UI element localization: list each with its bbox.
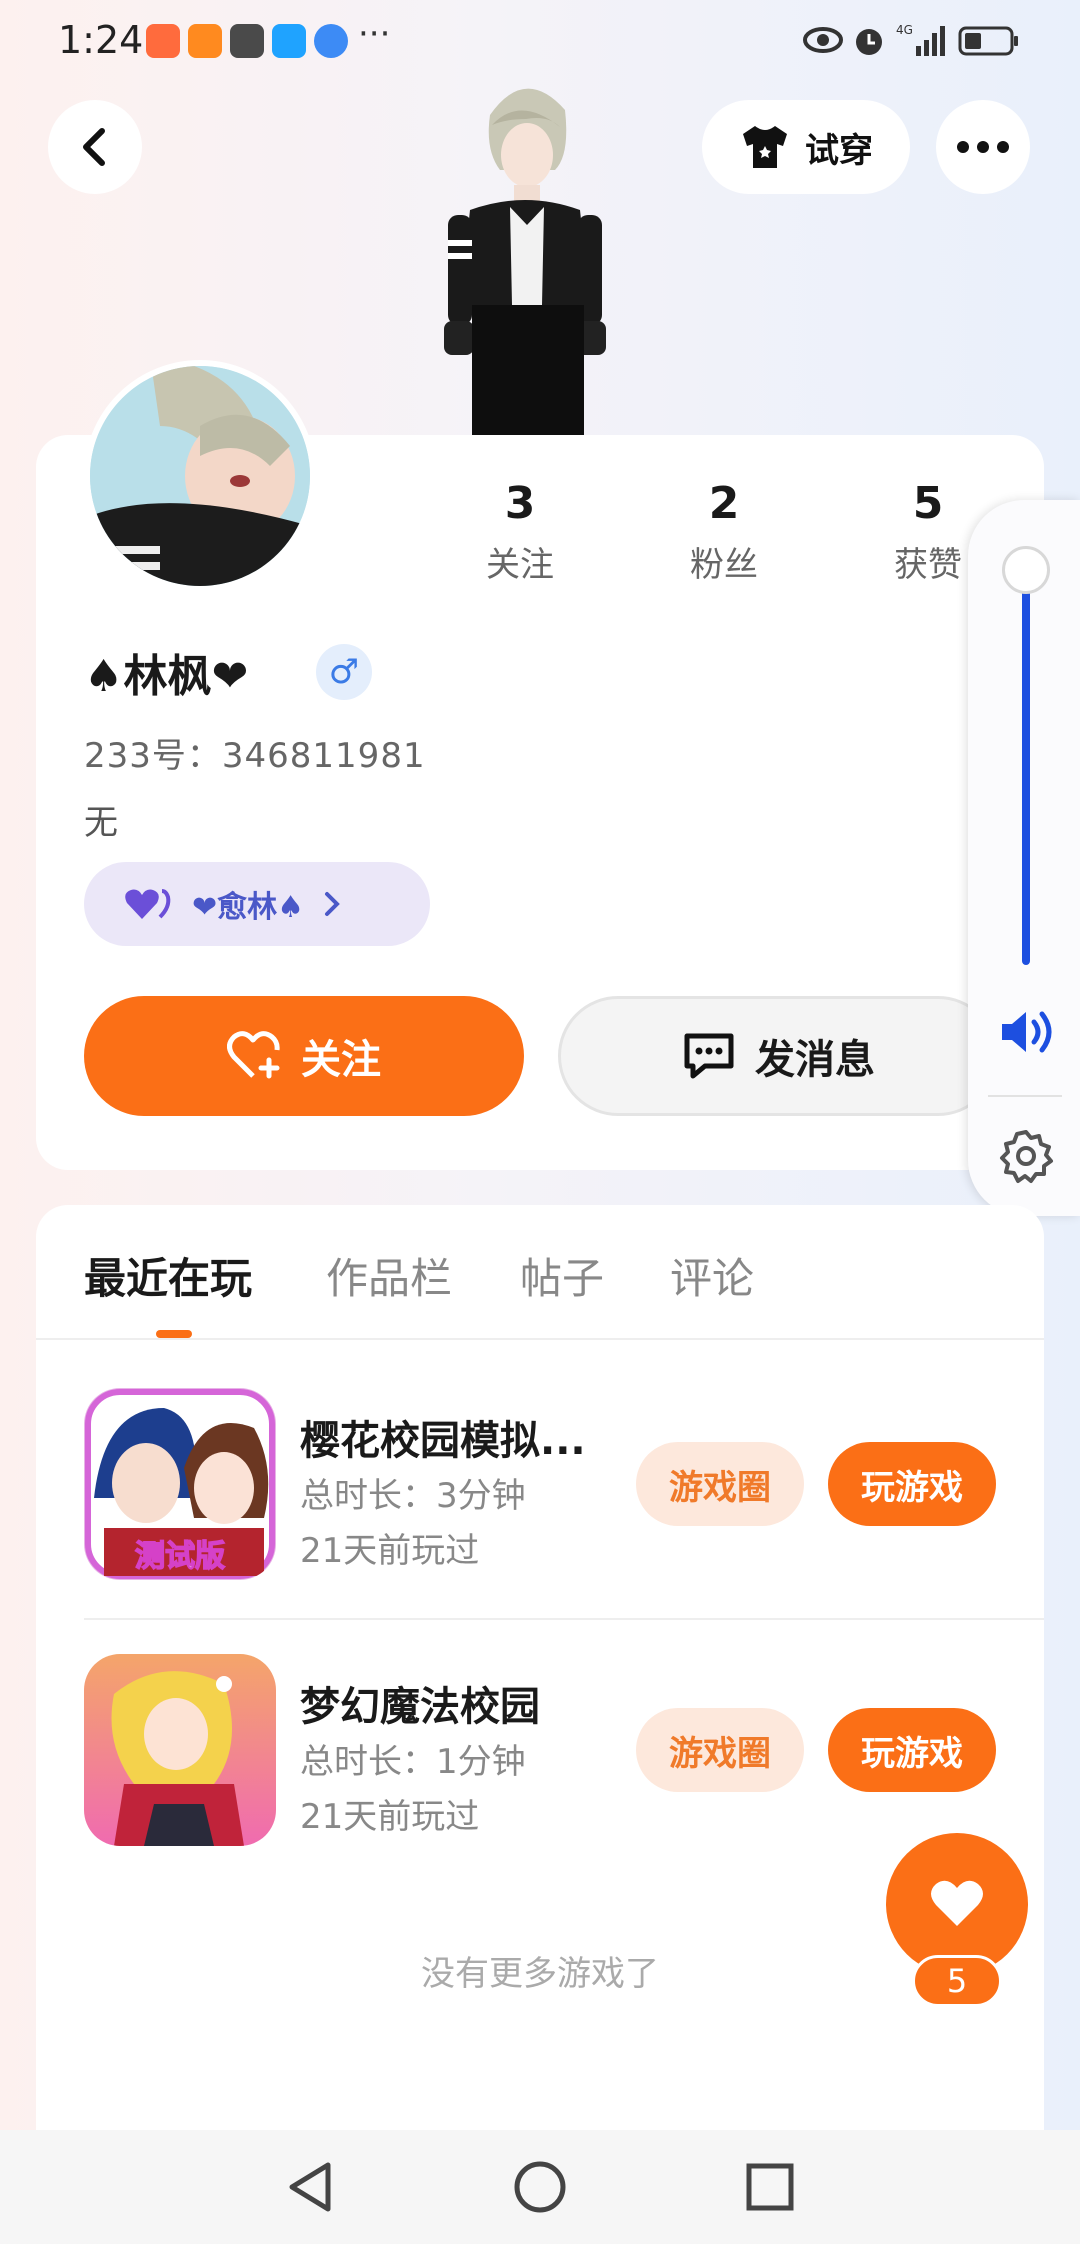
battery-icon [958, 26, 1018, 56]
status-bar: 1:24 ··· 4G [0, 0, 1080, 80]
chevron-right-icon [325, 892, 340, 916]
character-model-image[interactable] [430, 75, 620, 435]
bio: 无 [84, 803, 118, 843]
test-version-badge: 测试版 [135, 1539, 225, 1574]
like-count-badge: 5 [912, 1955, 1002, 2007]
try-on-label: 试穿 [805, 130, 873, 171]
tab-works[interactable]: 作品栏 [326, 1245, 452, 1306]
play-game-button[interactable]: 玩游戏 [828, 1708, 996, 1792]
system-nav-bar [0, 2130, 1080, 2244]
back-button[interactable] [48, 100, 142, 194]
triangle-back-icon [289, 2162, 331, 2212]
svg-text:4G: 4G [896, 23, 913, 37]
speaker-icon[interactable] [998, 1008, 1058, 1056]
tab-active-indicator [156, 1330, 192, 1338]
stat-following-label: 关注 [486, 545, 554, 585]
game-title[interactable]: 樱花校园模拟... [300, 1408, 586, 1466]
app-notification-icon [146, 24, 180, 58]
chat-bubble-icon [684, 1033, 734, 1079]
game-circle-button[interactable]: 游戏圈 [636, 1708, 804, 1792]
game-icon-magic-school[interactable] [84, 1654, 276, 1846]
row-divider [84, 1618, 1044, 1620]
nav-back-button[interactable] [274, 2152, 344, 2222]
avatar[interactable] [84, 360, 316, 592]
play-game-button[interactable]: 玩游戏 [828, 1442, 996, 1526]
stat-following[interactable]: 3 关注 [440, 478, 600, 586]
volume-divider [988, 1095, 1062, 1097]
try-on-button[interactable]: 试穿 [702, 100, 910, 194]
tab-divider [36, 1338, 1044, 1340]
alarm-icon [856, 29, 882, 55]
volume-slider-track[interactable] [1022, 570, 1030, 965]
game-duration: 总时长：3分钟 [300, 1476, 526, 1516]
back-arrow-icon [83, 128, 105, 166]
game-icon-sakura[interactable]: 测试版 [84, 1388, 276, 1580]
circle-home-icon [514, 2161, 566, 2213]
nav-home-button[interactable] [505, 2152, 575, 2222]
male-icon: ♂ [316, 644, 372, 700]
settings-gear-icon[interactable] [998, 1128, 1054, 1184]
volume-panel [968, 500, 1080, 1216]
browser-icon [314, 24, 348, 58]
user-id: 233号：346811981 [84, 736, 426, 776]
game-title[interactable]: 梦幻魔法校园 [300, 1674, 540, 1732]
profile-name: ♠林枫❤ [84, 651, 249, 702]
stat-following-count: 3 [504, 478, 536, 529]
follow-button[interactable]: 关注 [84, 996, 524, 1116]
more-button[interactable] [936, 100, 1030, 194]
relationship-pill[interactable]: ❤愈林♠ [84, 862, 430, 946]
game-duration: 总时长：1分钟 [300, 1742, 526, 1782]
volume-slider-knob[interactable] [1002, 546, 1050, 594]
message-label: 发消息 [755, 1037, 875, 1083]
avatar-image [90, 366, 310, 586]
game-last-played: 21天前玩过 [300, 1531, 480, 1571]
eye-icon [803, 27, 843, 53]
tshirt-icon [743, 126, 787, 168]
more-notifications-icon: ··· [358, 14, 391, 54]
video-app-icon [188, 24, 222, 58]
follow-label: 关注 [301, 1037, 381, 1083]
square-recents-icon [746, 2163, 794, 2211]
status-time: 1:24 [58, 18, 144, 62]
nav-recents-button[interactable] [735, 2152, 805, 2222]
tab-comments[interactable]: 评论 [670, 1245, 754, 1306]
tab-posts[interactable]: 帖子 [520, 1245, 604, 1306]
signal-4g-icon: 4G [896, 23, 945, 56]
like-button[interactable] [886, 1833, 1028, 1975]
game-last-played: 21天前玩过 [300, 1797, 480, 1837]
heart-plus-icon [227, 1031, 280, 1079]
message-button[interactable]: 发消息 [558, 996, 998, 1116]
tab-recently-played[interactable]: 最近在玩 [84, 1245, 252, 1306]
double-heart-icon [125, 889, 171, 919]
heart-icon [931, 1880, 983, 1926]
relationship-label: ❤愈林♠ [192, 890, 305, 925]
game-circle-button[interactable]: 游戏圈 [636, 1442, 804, 1526]
stat-fans-label: 粉丝 [690, 545, 758, 585]
search-app-icon [272, 24, 306, 58]
more-icon [957, 141, 1009, 153]
stat-fans[interactable]: 2 粉丝 [644, 478, 804, 586]
stat-fans-count: 2 [708, 478, 740, 529]
huawei-icon [230, 24, 264, 58]
